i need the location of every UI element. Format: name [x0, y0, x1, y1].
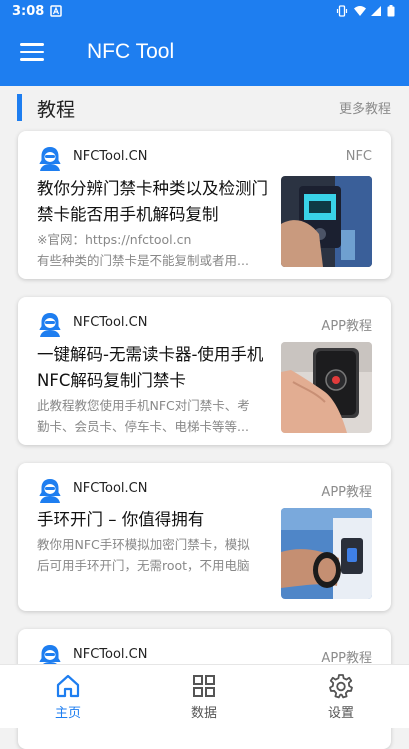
- battery-icon: [387, 5, 395, 17]
- tutorial-card[interactable]: NFCTool.CN APP教程 一键解码-无需读卡器-使用手机NFC解码复制门…: [18, 297, 391, 445]
- app-title: NFC Tool: [87, 40, 175, 63]
- notification-a-icon: [50, 5, 62, 17]
- card-desc-line1: 教你用NFC手环模拟加密门禁卡，模拟: [37, 537, 250, 552]
- grid-icon: [193, 675, 215, 697]
- card-source: NFCTool.CN: [73, 647, 148, 662]
- signal-icon: [371, 6, 381, 16]
- menu-icon[interactable]: [20, 43, 44, 65]
- app-bar: NFC Tool: [0, 24, 409, 86]
- nav-settings[interactable]: 设置: [306, 673, 376, 725]
- card-desc-line1: ※官网：https://nfctool.cn: [37, 232, 192, 247]
- nav-data-label: 数据: [190, 706, 217, 721]
- nav-settings-label: 设置: [327, 706, 354, 721]
- tutorial-card[interactable]: NFCTool.CN NFC 教你分辨门禁卡种类以及检测门禁卡能否用手机解码复制…: [18, 131, 391, 279]
- card-source: NFCTool.CN: [73, 149, 148, 164]
- card-tag: APP教程: [321, 319, 372, 334]
- card-source: NFCTool.CN: [73, 315, 148, 330]
- wifi-icon: [354, 6, 366, 16]
- card-source: NFCTool.CN: [73, 481, 148, 496]
- card-tag: NFC: [345, 149, 372, 164]
- card-thumbnail: [281, 508, 372, 599]
- section-title: 教程: [37, 99, 76, 121]
- card-title: 手环开门 – 你值得拥有: [37, 510, 205, 529]
- status-time: 3:08: [12, 4, 45, 19]
- hacker-avatar-icon: [39, 313, 61, 337]
- card-thumbnail: [281, 342, 372, 433]
- card-desc-line2: 后可用手环开门，无需root，不用电脑: [37, 558, 250, 573]
- card-desc-line2: 勤卡、会员卡、停车卡、电梯卡等等...: [37, 419, 249, 434]
- more-tutorials-link[interactable]: 更多教程: [339, 98, 391, 117]
- section-accent-bar: [17, 94, 22, 121]
- bottom-navigation: 主页 数据 设置: [0, 664, 409, 728]
- card-thumbnail: [281, 176, 372, 267]
- card-tag: APP教程: [321, 485, 372, 500]
- section-header: 教程 更多教程: [0, 86, 409, 128]
- card-desc-line2: 有些种类的门禁卡是不能复制或者用...: [37, 253, 249, 268]
- status-bar: 3:08: [0, 0, 409, 24]
- gear-icon: [329, 674, 353, 699]
- nav-home[interactable]: 主页: [33, 673, 103, 725]
- tutorial-card[interactable]: NFCTool.CN APP教程 手环开门 – 你值得拥有 教你用NFC手环模拟…: [18, 463, 391, 611]
- hacker-avatar-icon: [39, 147, 61, 171]
- home-icon: [56, 674, 80, 698]
- card-desc-line1: 此教程教您使用手机NFC对门禁卡、考: [37, 398, 250, 413]
- card-title: 一键解码-无需读卡器-使用手机NFC解码复制门禁卡: [37, 345, 264, 390]
- hacker-avatar-icon: [39, 479, 61, 503]
- nav-data[interactable]: 数据: [169, 673, 239, 725]
- vibrate-icon: [336, 5, 348, 17]
- nav-home-label: 主页: [54, 706, 81, 721]
- card-title: 教你分辨门禁卡种类以及检测门禁卡能否用手机解码复制: [37, 179, 268, 224]
